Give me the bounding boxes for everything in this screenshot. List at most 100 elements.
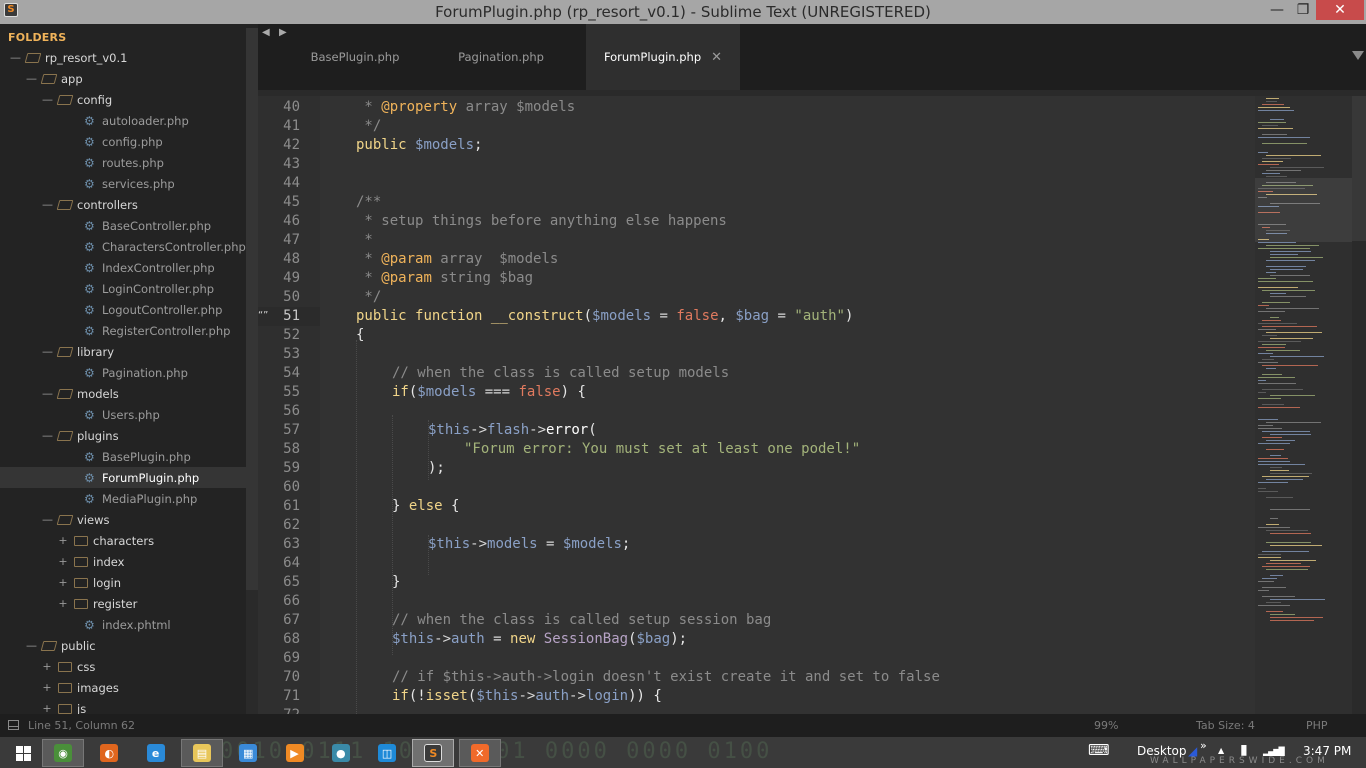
tab-forumplugin[interactable]: ForumPlugin.php ✕ [586, 24, 740, 90]
tree-folder[interactable]: + characters [0, 530, 246, 551]
code-line[interactable]: 72 [258, 706, 1366, 714]
tree-folder[interactable]: — public [0, 635, 246, 656]
tree-folder[interactable]: — library [0, 341, 246, 362]
code-line[interactable]: 50 */ [258, 288, 1366, 307]
collapse-icon[interactable]: — [42, 429, 53, 442]
code-line[interactable]: 62 [258, 516, 1366, 535]
expand-icon[interactable]: + [58, 555, 68, 568]
taskbar-chrome[interactable]: ◉ [42, 739, 84, 767]
tree-folder[interactable]: — models [0, 383, 246, 404]
tree-folder[interactable]: — rp_resort_v0.1 [0, 47, 246, 68]
code-line[interactable]: “” 51 public function __construct($models … [258, 307, 1366, 326]
tree-folder[interactable]: — app [0, 68, 246, 89]
code-line[interactable]: 59); [258, 459, 1366, 478]
code-line[interactable]: 56 [258, 402, 1366, 421]
tree-file[interactable]: ⚙ BasePlugin.php [0, 446, 246, 467]
show-hidden-icons[interactable]: ▲ [1218, 746, 1224, 755]
code-line[interactable]: 46 * setup things before anything else h… [258, 212, 1366, 231]
tree-file[interactable]: ⚙ services.php [0, 173, 246, 194]
code-line[interactable]: 44 [258, 174, 1366, 193]
taskbar-xampp[interactable]: ✕ [458, 739, 501, 767]
tree-file[interactable]: ⚙ MediaPlugin.php [0, 488, 246, 509]
taskbar-file-explorer[interactable]: ▤ [180, 739, 223, 767]
code-editor[interactable]: 40 * @property array $models 41 */42 publi… [258, 90, 1366, 714]
tree-folder[interactable]: — controllers [0, 194, 246, 215]
expand-icon[interactable]: + [42, 660, 52, 673]
collapse-icon[interactable]: — [26, 639, 37, 652]
taskbar-remote-app[interactable]: ◫ [366, 739, 408, 767]
tab-pagination[interactable]: Pagination.php [440, 24, 562, 90]
code-line[interactable]: 61} else { [258, 497, 1366, 516]
tab-dropdown-icon[interactable] [1352, 51, 1364, 60]
panel-toggle-icon[interactable] [8, 720, 19, 730]
tree-file[interactable]: ⚙ routes.php [0, 152, 246, 173]
code-line[interactable]: 55 if($models === false) { [258, 383, 1366, 402]
code-line[interactable]: 71 if(!isset($this->auth->login)) { [258, 687, 1366, 706]
sidebar-scroll-thumb[interactable] [246, 28, 258, 590]
syntax-mode[interactable]: PHP [1306, 719, 1328, 732]
tree-file[interactable]: ⚙ Pagination.php [0, 362, 246, 383]
tab-baseplugin[interactable]: BasePlugin.php [296, 24, 414, 90]
code-line[interactable]: 57 $this->flash->error( [258, 421, 1366, 440]
expand-icon[interactable]: + [58, 597, 68, 610]
tree-file[interactable]: ⚙ ForumPlugin.php [0, 467, 246, 488]
tab-close-icon[interactable]: ✕ [711, 50, 722, 65]
tree-file[interactable]: ⚙ CharactersController.php [0, 236, 246, 257]
code-line[interactable]: 66 [258, 592, 1366, 611]
minimap-viewport[interactable] [1255, 178, 1352, 242]
code-line[interactable]: 42 public $models; [258, 136, 1366, 155]
tab-prev-icon[interactable]: ◀ [262, 27, 270, 38]
code-line[interactable]: 60 [258, 478, 1366, 497]
close-button[interactable]: ✕ [1316, 0, 1364, 20]
collapse-icon[interactable]: — [10, 51, 21, 64]
tree-file[interactable]: ⚙ Users.php [0, 404, 246, 425]
collapse-icon[interactable]: — [42, 513, 53, 526]
expand-icon[interactable]: + [42, 702, 52, 714]
minimap[interactable] [1255, 96, 1352, 714]
code-line[interactable]: 53 [258, 345, 1366, 364]
tree-file[interactable]: ⚙ LogoutController.php [0, 299, 246, 320]
code-line[interactable]: 65} [258, 573, 1366, 592]
tree-folder[interactable]: + js [0, 698, 246, 715]
editor-scrollbar[interactable] [1352, 96, 1366, 714]
signal-icon[interactable]: ▂▄▆█ [1263, 747, 1285, 756]
code-line[interactable]: 63 $this->models = $models; [258, 535, 1366, 554]
code-line[interactable]: 40 * @property array $models [258, 98, 1366, 117]
code-line[interactable]: 68 $this->auth = new SessionBag($bag); [258, 630, 1366, 649]
taskbar-internet-explorer[interactable]: e [135, 739, 177, 767]
collapse-icon[interactable]: — [42, 93, 53, 106]
code-line[interactable]: 58 "Forum error: You must set at least on… [258, 440, 1366, 459]
collapse-icon[interactable]: — [26, 72, 37, 85]
tree-folder[interactable]: — views [0, 509, 246, 530]
tree-folder[interactable]: + login [0, 572, 246, 593]
collapse-icon[interactable]: — [42, 387, 53, 400]
tree-folder[interactable]: — plugins [0, 425, 246, 446]
code-line[interactable]: 69 [258, 649, 1366, 668]
code-line[interactable]: 45 /** [258, 193, 1366, 212]
taskbar-firefox[interactable]: ◐ [88, 739, 130, 767]
code-line[interactable]: 52 { [258, 326, 1366, 345]
code-line[interactable]: 67 // when the class is called setup sess… [258, 611, 1366, 630]
taskbar-sublime-text[interactable]: S [412, 739, 455, 767]
code-line[interactable]: 64 [258, 554, 1366, 573]
tree-folder[interactable]: + images [0, 677, 246, 698]
code-line[interactable]: 41 */ [258, 117, 1366, 136]
code-line[interactable]: 70 // if $this->auth->login doesn't exist… [258, 668, 1366, 687]
taskbar-media-player[interactable]: ▶ [274, 739, 316, 767]
tree-folder[interactable]: + index [0, 551, 246, 572]
keyboard-icon[interactable]: ⌨ [1088, 741, 1110, 759]
code-line[interactable]: 47 * [258, 231, 1366, 250]
code-line[interactable]: 49 * @param string $bag [258, 269, 1366, 288]
taskbar-messenger[interactable]: ● [320, 739, 362, 767]
collapse-icon[interactable]: — [42, 198, 53, 211]
tree-file[interactable]: ⚙ BaseController.php [0, 215, 246, 236]
expand-icon[interactable]: + [58, 576, 68, 589]
code-line[interactable]: 54 // when the class is called setup mode… [258, 364, 1366, 383]
tree-folder[interactable]: + css [0, 656, 246, 677]
start-button[interactable] [2, 739, 44, 767]
code-line[interactable]: 43 [258, 155, 1366, 174]
tree-file[interactable]: ⚙ config.php [0, 131, 246, 152]
expand-icon[interactable]: + [58, 534, 68, 547]
tree-file[interactable]: ⚙ index.phtml [0, 614, 246, 635]
tree-file[interactable]: ⚙ LoginController.php [0, 278, 246, 299]
